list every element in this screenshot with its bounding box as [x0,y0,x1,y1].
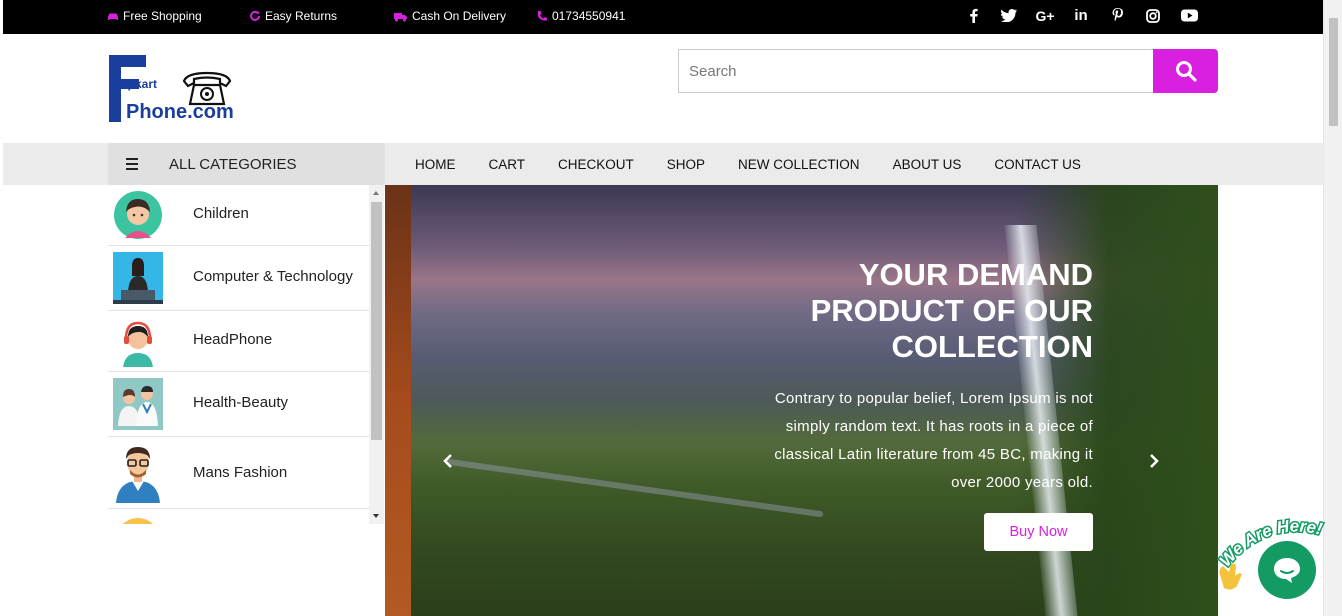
nav-contact-us[interactable]: CONTACT US [978,157,1098,172]
all-categories-toggle[interactable]: ALL CATEGORIES [108,143,385,185]
slide-description: Contrary to popular belief, Lorem Ipsum … [774,390,1093,491]
mans-fashion-icon [116,447,160,503]
search-icon [1175,61,1197,82]
social-links: G+ in [955,0,1207,31]
all-categories-label: ALL CATEGORIES [169,155,297,173]
category-name: Mans Fashion [193,464,288,481]
hero-slider: YOUR DEMAND PRODUCT OF OUR COLLECTION Co… [385,185,1218,616]
slide-title: YOUR DEMAND PRODUCT OF OUR COLLECTION [693,257,1093,365]
facebook-icon[interactable] [955,0,991,31]
phone-info: 01734550941 [536,0,625,31]
category-name: Children [193,205,249,222]
free-shopping-label: Free Shopping [123,8,202,23]
nav-cart[interactable]: CART [472,157,542,172]
landscape-river [446,458,824,518]
logo-top-text: lipkart [121,77,157,91]
cash-on-delivery-label: Cash On Delivery [412,8,507,23]
category-item[interactable] [108,509,369,524]
nav-shop[interactable]: SHOP [650,157,721,172]
top-bar: Free Shopping Easy Returns Cash On Deliv… [3,0,1323,34]
phone-number: 01734550941 [552,8,626,23]
linkedin-icon[interactable]: in [1063,0,1099,31]
category-item[interactable]: Computer & Technology [108,246,369,311]
slide-title-line: YOUR DEMAND [858,257,1093,292]
chat-bubble-icon [1274,558,1300,583]
category-name: Computer & Technology [193,268,353,285]
google-plus-icon[interactable]: G+ [1027,0,1063,31]
waving-hand-icon [1219,563,1242,590]
headphone-icon [123,321,153,367]
instagram-icon[interactable] [1135,0,1171,31]
car-icon [108,13,118,20]
truck-icon [394,12,407,21]
category-item[interactable]: HeadPhone [108,311,369,372]
easy-returns-info: Easy Returns [249,0,337,31]
slide-title-line: PRODUCT OF OUR [810,293,1093,328]
category-scrollbar-thumb[interactable] [371,202,382,440]
slider-prev-arrow-icon[interactable] [441,453,455,469]
phone-icon [537,10,547,21]
site-logo[interactable]: lipkart Phone.com [108,55,238,125]
category-name: Health-Beauty [193,394,289,411]
category-list: Children Computer & Technology HeadPhone… [108,185,369,524]
pinterest-icon[interactable] [1099,0,1135,31]
refresh-icon [250,10,260,21]
category-item[interactable]: Health-Beauty [108,372,369,437]
next-category-icon [122,518,154,524]
cash-on-delivery-info: Cash On Delivery [393,0,506,31]
category-scrollbar[interactable] [369,185,384,524]
hamburger-icon [126,158,138,170]
youtube-icon[interactable] [1171,0,1207,31]
previous-slide-edge [385,185,411,616]
nav-home[interactable]: HOME [398,157,472,172]
children-icon [114,191,162,239]
nav-checkout[interactable]: CHECKOUT [542,157,651,172]
chat-button[interactable] [1258,541,1316,599]
slider-next-arrow-icon[interactable] [1147,453,1161,469]
telephone-icon [182,71,232,106]
scroll-down-arrow-icon[interactable] [373,514,379,518]
health-beauty-icon [113,378,163,430]
computer-technology-icon [113,252,163,304]
window-scrollbar-thumb[interactable] [1329,18,1338,126]
twitter-icon[interactable] [991,0,1027,31]
nav-about-us[interactable]: ABOUT US [876,157,978,172]
category-item[interactable]: Mans Fashion [108,437,369,509]
search-button[interactable] [1153,49,1218,93]
easy-returns-label: Easy Returns [265,8,338,23]
search-placeholder: Search [689,62,737,80]
buy-now-button[interactable]: Buy Now [984,513,1093,551]
category-item[interactable]: Children [108,185,369,246]
category-name: HeadPhone [193,331,273,348]
main-menu: HOME CART CHECKOUT SHOP NEW COLLECTION A… [398,143,1097,185]
nav-new-collection[interactable]: NEW COLLECTION [722,157,877,172]
search-input[interactable]: Search [678,49,1154,93]
slide-title-line: COLLECTION [891,329,1094,364]
scroll-up-arrow-icon[interactable] [373,191,379,195]
page: Free Shopping Easy Returns Cash On Deliv… [0,0,1342,616]
free-shopping-info: Free Shopping [107,0,202,31]
